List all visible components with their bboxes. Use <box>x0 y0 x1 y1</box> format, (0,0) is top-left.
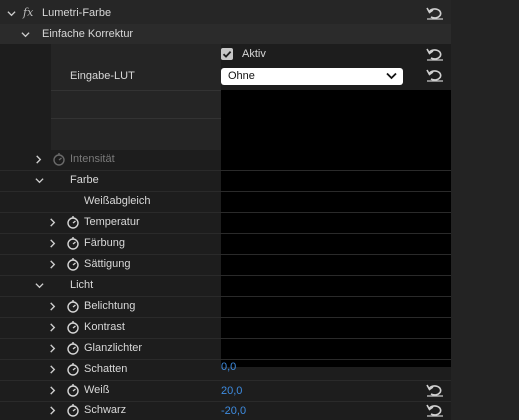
param-saturation[interactable]: Sättigung <box>0 254 451 276</box>
param-label: Sättigung <box>84 258 131 270</box>
param-label: Weißabgleich <box>84 195 151 207</box>
section-label: Farbe <box>70 174 99 186</box>
lut-value: Ohne <box>228 70 255 82</box>
effect-row-lumetri[interactable]: fx Lumetri-Farbe <box>0 2 451 24</box>
chevron-down-icon[interactable] <box>7 9 16 18</box>
param-value[interactable]: 20,0 <box>221 385 242 397</box>
basic-inner-band <box>51 44 221 150</box>
active-checkbox[interactable] <box>221 48 233 60</box>
effect-controls-panel: fx Lumetri-Farbe Einfache Korrektur Akti… <box>0 0 519 420</box>
chevron-down-icon[interactable] <box>21 30 30 39</box>
section-color[interactable]: Farbe <box>0 170 451 192</box>
section-label: Licht <box>70 279 94 291</box>
chevron-right-icon[interactable] <box>48 260 57 269</box>
stopwatch-icon[interactable] <box>66 341 80 355</box>
stopwatch-icon[interactable] <box>66 362 80 376</box>
param-highlights[interactable]: Glanzlichter <box>0 338 451 360</box>
stopwatch-icon[interactable] <box>66 299 80 313</box>
lut-dropdown[interactable]: Ohne <box>221 68 403 85</box>
chevron-right-icon[interactable] <box>48 218 57 227</box>
section-light[interactable]: Licht <box>0 275 451 297</box>
chevron-right-icon[interactable] <box>48 344 57 353</box>
chevron-right-icon[interactable] <box>48 302 57 311</box>
fx-icon[interactable]: fx <box>23 6 33 19</box>
chevron-right-icon[interactable] <box>34 155 43 164</box>
section-label: Einfache Korrektur <box>42 28 134 40</box>
stopwatch-icon[interactable] <box>52 152 66 166</box>
stopwatch-icon[interactable] <box>66 215 80 229</box>
stopwatch-icon[interactable] <box>66 257 80 271</box>
param-contrast[interactable]: Kontrast <box>0 317 451 339</box>
reset-icon[interactable] <box>426 7 444 20</box>
stopwatch-icon[interactable] <box>66 236 80 250</box>
param-blacks[interactable]: Schwarz -20,0 <box>0 400 451 420</box>
chevron-down-icon[interactable] <box>35 176 44 185</box>
param-label: Temperatur <box>84 216 140 228</box>
divider <box>51 90 221 91</box>
active-label: Aktiv <box>242 48 266 60</box>
param-label: Schatten <box>84 363 128 375</box>
param-shadows[interactable]: Schatten 0,0 <box>0 359 451 381</box>
chevron-right-icon[interactable] <box>48 386 57 395</box>
param-label: Kontrast <box>84 321 125 333</box>
param-intensity[interactable]: Intensität <box>0 149 451 171</box>
param-temperature[interactable]: Temperatur <box>0 212 451 234</box>
lut-label: Eingabe-LUT <box>70 70 135 82</box>
param-value[interactable]: 0,0 <box>221 361 236 373</box>
reset-icon[interactable] <box>426 384 444 397</box>
param-label: Belichtung <box>84 300 136 312</box>
effect-name: Lumetri-Farbe <box>42 7 112 19</box>
stopwatch-icon[interactable] <box>66 403 80 417</box>
chevron-right-icon[interactable] <box>48 239 57 248</box>
chevron-down-icon[interactable] <box>35 281 44 290</box>
chevron-right-icon[interactable] <box>48 323 57 332</box>
section-basic-correction[interactable]: Einfache Korrektur <box>0 24 451 44</box>
reset-icon[interactable] <box>426 48 444 61</box>
param-value[interactable]: -20,0 <box>221 405 246 417</box>
chevron-right-icon[interactable] <box>48 406 57 415</box>
param-white-balance: Weißabgleich <box>0 191 451 213</box>
stopwatch-icon[interactable] <box>66 383 80 397</box>
param-label: Färbung <box>84 237 125 249</box>
param-label: Weiß <box>84 384 110 396</box>
chevron-right-icon[interactable] <box>48 365 57 374</box>
reset-icon[interactable] <box>426 404 444 417</box>
param-whites[interactable]: Weiß 20,0 <box>0 380 451 402</box>
param-label: Glanzlichter <box>84 342 143 354</box>
param-exposure[interactable]: Belichtung <box>0 296 451 318</box>
checkmark-icon <box>222 50 232 58</box>
param-label: Intensität <box>70 153 115 165</box>
timeline-area <box>451 0 519 420</box>
param-label: Schwarz <box>84 404 127 416</box>
divider <box>51 118 221 119</box>
param-tint[interactable]: Färbung <box>0 233 451 255</box>
stopwatch-icon[interactable] <box>66 320 80 334</box>
chevron-down-icon <box>386 72 397 80</box>
reset-icon[interactable] <box>426 69 444 82</box>
